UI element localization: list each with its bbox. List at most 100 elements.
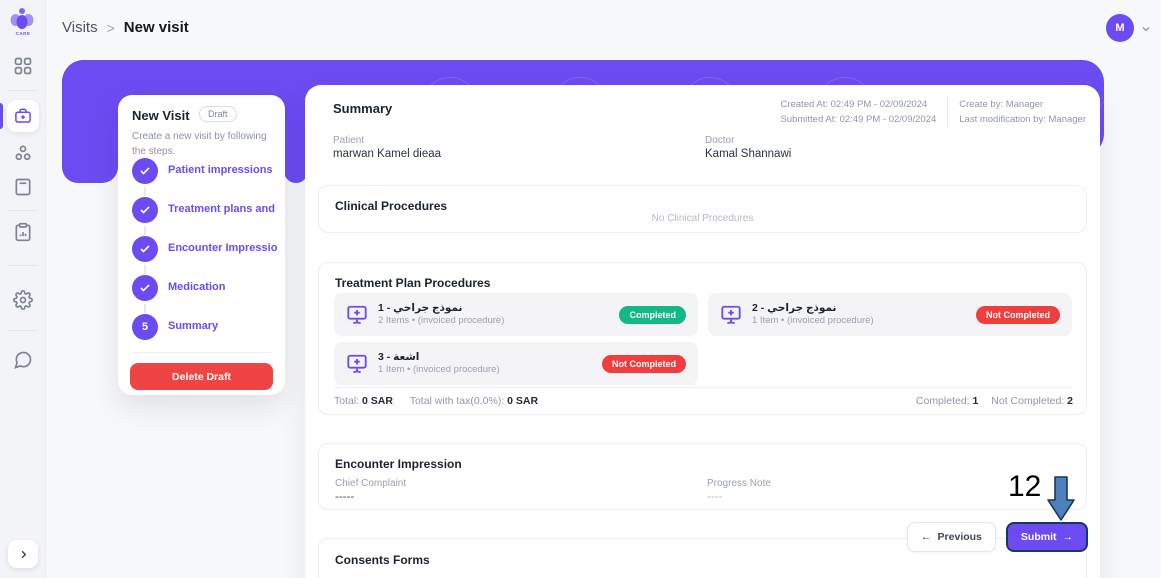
status-badge: Completed bbox=[619, 306, 686, 324]
annotation-step-number: 12 bbox=[1008, 470, 1041, 504]
tax-value: 0 SAR bbox=[507, 395, 538, 407]
total-label: Total: bbox=[334, 395, 359, 407]
step-3-check[interactable] bbox=[132, 236, 158, 262]
step-connector bbox=[144, 304, 146, 313]
not-completed-count-value: 2 bbox=[1067, 395, 1073, 407]
clipboard-report-icon[interactable] bbox=[13, 222, 33, 242]
procedure-item[interactable]: نموذج جراحي - 2 1 Item • (invoiced proce… bbox=[708, 293, 1072, 336]
dashboard-grid-icon[interactable] bbox=[13, 56, 33, 76]
check-icon bbox=[139, 282, 151, 294]
step-3-label[interactable]: Encounter Impression bbox=[168, 242, 278, 254]
treatment-totals-row: Total: 0 SAR Total with tax(0.0%): 0 SAR… bbox=[334, 395, 1073, 407]
page-title: New visit bbox=[124, 19, 189, 36]
delete-draft-button[interactable]: Delete Draft bbox=[130, 363, 273, 390]
not-completed-count-label: Not Completed: bbox=[991, 395, 1064, 407]
patient-value: marwan Kamel dieaa bbox=[333, 148, 441, 160]
tax-label: Total with tax(0.0%): bbox=[410, 395, 505, 407]
breadcrumb: Visits > New visit bbox=[62, 19, 189, 36]
breadcrumb-visits[interactable]: Visits bbox=[62, 19, 98, 36]
step-connector bbox=[144, 265, 146, 274]
sidebar-divider bbox=[8, 330, 38, 331]
step-2-label[interactable]: Treatment plans and pro... bbox=[168, 203, 278, 215]
chevron-down-icon[interactable] bbox=[1140, 23, 1152, 35]
consents-forms-title: Consents Forms bbox=[335, 553, 430, 567]
wizard-title: New Visit bbox=[132, 108, 190, 123]
sidebar: CARE bbox=[0, 0, 46, 578]
draft-status-badge: Draft bbox=[199, 106, 237, 122]
submitted-at: Submitted At: 02:49 PM - 02/09/2024 bbox=[780, 113, 936, 128]
arrow-right-icon: → bbox=[1063, 531, 1074, 543]
procedure-details: 2 Items • (invoiced procedure) bbox=[378, 315, 504, 327]
status-badge: Not Completed bbox=[976, 306, 1060, 324]
avatar[interactable]: M bbox=[1106, 14, 1134, 42]
procedure-item[interactable]: نموذج جراحي - 1 2 Items • (invoiced proc… bbox=[334, 293, 698, 336]
last-modified-by: Last modification by: Manager bbox=[959, 113, 1086, 128]
procedure-item[interactable]: اشعة - 3 1 Item • (invoiced procedure) N… bbox=[334, 342, 698, 385]
doctor-value: Kamal Shannawi bbox=[705, 148, 791, 160]
sidebar-item-visits[interactable] bbox=[7, 100, 39, 132]
step-1-label[interactable]: Patient impressions bbox=[168, 164, 278, 176]
clinical-procedures-empty: No Clinical Procedures bbox=[319, 213, 1086, 224]
organization-icon[interactable] bbox=[13, 143, 33, 163]
clinical-procedures-title: Clinical Procedures bbox=[335, 199, 447, 213]
wizard-divider bbox=[132, 352, 271, 353]
meta-divider bbox=[947, 98, 948, 127]
step-4-label[interactable]: Medication bbox=[168, 281, 278, 293]
encounter-impression-card: Encounter Impression Chief Complaint ---… bbox=[318, 443, 1087, 510]
procedure-monitor-icon bbox=[720, 304, 742, 326]
procedure-monitor-icon bbox=[346, 353, 368, 375]
step-1-check[interactable] bbox=[132, 158, 158, 184]
check-icon bbox=[139, 243, 151, 255]
step-4-check[interactable] bbox=[132, 275, 158, 301]
footer-actions: ← Previous Submit → bbox=[907, 522, 1088, 552]
completed-count-value: 1 bbox=[973, 395, 979, 407]
clinic-bag-icon bbox=[14, 107, 32, 125]
wizard-card: New Visit Draft Create a new visit by fo… bbox=[118, 95, 285, 395]
care-logo-icon bbox=[9, 7, 35, 31]
step-5-label[interactable]: Summary bbox=[168, 320, 278, 332]
procedure-name: نموذج جراحي - 2 bbox=[752, 302, 874, 316]
breadcrumb-separator: > bbox=[107, 20, 115, 36]
step-5-number[interactable]: 5 bbox=[132, 314, 158, 340]
banner-tab-left bbox=[62, 60, 118, 183]
sidebar-divider bbox=[8, 90, 38, 91]
treatment-divider bbox=[334, 387, 1073, 388]
procedure-name: نموذج جراحي - 1 bbox=[378, 302, 504, 316]
progress-note-value: ---- bbox=[707, 491, 722, 503]
check-icon bbox=[139, 204, 151, 216]
procedure-monitor-icon bbox=[346, 304, 368, 326]
check-icon bbox=[139, 165, 151, 177]
encounter-title: Encounter Impression bbox=[335, 457, 462, 471]
sidebar-divider bbox=[8, 265, 38, 266]
chevron-right-icon bbox=[18, 549, 29, 560]
chat-icon[interactable] bbox=[13, 350, 33, 370]
calculator-icon[interactable] bbox=[13, 177, 33, 197]
treatment-plan-title: Treatment Plan Procedures bbox=[335, 276, 490, 290]
step-connector bbox=[144, 226, 146, 235]
doctor-label: Doctor bbox=[705, 135, 734, 146]
settings-gear-icon[interactable] bbox=[13, 290, 33, 310]
procedure-details: 1 Item • (invoiced procedure) bbox=[752, 315, 874, 327]
progress-note-label: Progress Note bbox=[707, 478, 771, 489]
step-2-check[interactable] bbox=[132, 197, 158, 223]
wizard-subtitle: Create a new visit by following the step… bbox=[132, 129, 273, 159]
chief-complaint-value: ----- bbox=[335, 491, 354, 503]
summary-card: Summary Created At: 02:49 PM - 02/09/202… bbox=[305, 85, 1100, 578]
logo-caption: CARE bbox=[9, 31, 37, 36]
clinical-procedures-card: Clinical Procedures No Clinical Procedur… bbox=[318, 185, 1087, 233]
procedure-name: اشعة - 3 bbox=[378, 351, 500, 365]
sidebar-divider bbox=[8, 210, 38, 211]
previous-button[interactable]: ← Previous bbox=[907, 522, 996, 552]
arrow-left-icon: ← bbox=[921, 531, 932, 543]
annotation-arrow-down-icon bbox=[1046, 476, 1076, 522]
created-by: Create by: Manager bbox=[959, 98, 1086, 113]
chief-complaint-label: Chief Complaint bbox=[335, 478, 406, 489]
created-at: Created At: 02:49 PM - 02/09/2024 bbox=[780, 98, 936, 113]
total-value: 0 SAR bbox=[362, 395, 393, 407]
patient-label: Patient bbox=[333, 135, 364, 146]
active-indicator bbox=[0, 103, 3, 129]
app-logo[interactable]: CARE bbox=[9, 7, 37, 36]
sidebar-expand-button[interactable] bbox=[8, 540, 38, 568]
submit-button[interactable]: Submit → bbox=[1006, 522, 1088, 552]
visit-meta: Created At: 02:49 PM - 02/09/2024 Submit… bbox=[780, 98, 1086, 127]
